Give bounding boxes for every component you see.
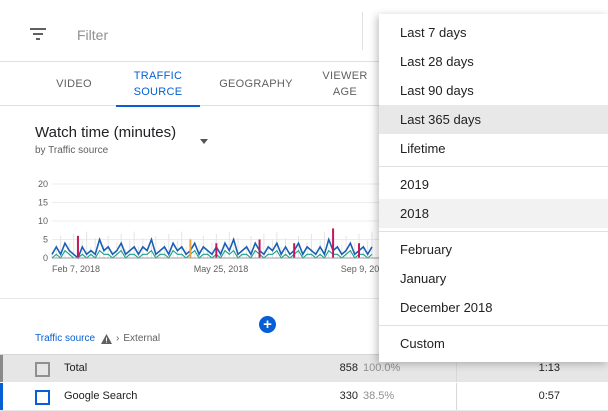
row-label: Total bbox=[64, 362, 88, 374]
menu-item-last-365-days[interactable]: Last 365 days bbox=[379, 105, 608, 134]
menu-item-lifetime[interactable]: Lifetime bbox=[379, 134, 608, 163]
row-label: Google Search bbox=[64, 390, 138, 402]
menu-item-2019[interactable]: 2019 bbox=[379, 170, 608, 199]
warning-icon[interactable] bbox=[101, 333, 113, 344]
add-metric-button[interactable]: + bbox=[259, 316, 276, 333]
chevron-down-icon[interactable] bbox=[200, 139, 208, 144]
breadcrumb-current: External bbox=[123, 333, 161, 344]
x-tick-label: Feb 7, 2018 bbox=[52, 264, 100, 274]
menu-item-last-7-days[interactable]: Last 7 days bbox=[379, 18, 608, 47]
menu-divider bbox=[379, 231, 608, 232]
row-avg-duration: 0:57 bbox=[538, 390, 560, 402]
menu-item-last-28-days[interactable]: Last 28 days bbox=[379, 47, 608, 76]
chart-divider bbox=[0, 298, 380, 299]
row-checkbox[interactable] bbox=[35, 390, 50, 405]
filter-divider bbox=[362, 12, 363, 50]
row-value: 330 bbox=[339, 390, 358, 402]
table-row-google-search[interactable]: Google Search 330 38.5% 0:57 bbox=[0, 383, 608, 411]
filter-icon[interactable] bbox=[30, 28, 46, 40]
row-avg-duration: 1:13 bbox=[538, 362, 560, 374]
menu-item-last-90-days[interactable]: Last 90 days bbox=[379, 76, 608, 105]
watch-time-chart: 20 15 10 5 0 Feb 7, 2018 May 25, 2018 Sep 9, 20 bbox=[0, 176, 380, 276]
row-checkbox[interactable] bbox=[35, 362, 50, 377]
y-tick-label: 15 bbox=[38, 198, 48, 208]
row-color-bar bbox=[0, 355, 3, 382]
menu-item-february[interactable]: February bbox=[379, 235, 608, 264]
column-divider bbox=[456, 383, 457, 410]
menu-item-custom[interactable]: Custom bbox=[379, 329, 608, 358]
y-tick-label: 0 bbox=[43, 253, 48, 263]
tab-traffic-source[interactable]: TRAFFIC SOURCE bbox=[116, 62, 200, 107]
row-color-bar bbox=[0, 383, 3, 410]
tab-geography[interactable]: GEOGRAPHY bbox=[208, 62, 304, 106]
menu-divider bbox=[379, 166, 608, 167]
menu-item-january[interactable]: January bbox=[379, 264, 608, 293]
tab-viewer-age[interactable]: VIEWER AGE bbox=[312, 62, 378, 106]
breadcrumb-link-traffic-source[interactable]: Traffic source bbox=[35, 333, 95, 344]
metric-subtitle: by Traffic source bbox=[35, 145, 109, 156]
breadcrumb: Traffic source › External bbox=[35, 333, 160, 344]
row-value: 858 bbox=[339, 362, 358, 374]
y-tick-label: 10 bbox=[38, 216, 48, 226]
x-tick-label: May 25, 2018 bbox=[194, 264, 249, 274]
date-range-menu: Last 7 days Last 28 days Last 90 days Last … bbox=[379, 14, 608, 362]
y-tick-label: 20 bbox=[38, 179, 48, 189]
x-tick-label: Sep 9, 20 bbox=[341, 264, 380, 274]
breadcrumb-chevron-icon: › bbox=[116, 333, 120, 344]
row-percentage: 100.0% bbox=[363, 362, 401, 374]
y-tick-label: 5 bbox=[43, 235, 48, 245]
menu-divider bbox=[379, 325, 608, 326]
filter-input[interactable]: Filter bbox=[77, 27, 108, 43]
menu-item-2018[interactable]: 2018 bbox=[379, 199, 608, 228]
chart-svg: 20 15 10 5 0 Feb 7, 2018 May 25, 2018 Sep 9, 20 bbox=[38, 179, 380, 274]
row-percentage: 38.5% bbox=[363, 390, 395, 402]
tab-video[interactable]: VIDEO bbox=[36, 62, 112, 106]
metric-selector[interactable]: Watch time (minutes) bbox=[35, 124, 176, 141]
menu-item-december-2018[interactable]: December 2018 bbox=[379, 293, 608, 322]
